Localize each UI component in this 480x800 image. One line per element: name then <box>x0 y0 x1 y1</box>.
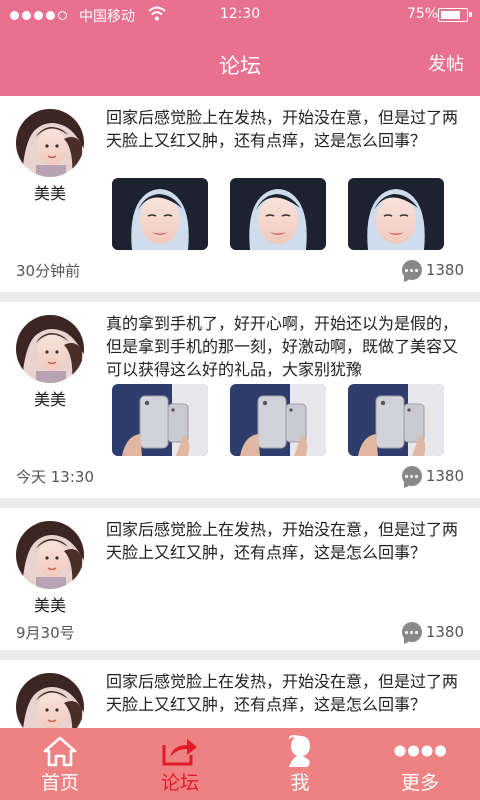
post-thumbnail-phone[interactable] <box>348 384 444 456</box>
post-thumbnail-portrait[interactable] <box>112 178 208 250</box>
post-thumbnails <box>112 178 444 250</box>
post-thumbnail-phone[interactable] <box>112 384 208 456</box>
tab-label: 首页 <box>40 772 79 794</box>
tab-label: 更多 <box>400 772 439 794</box>
comment-count[interactable]: 1380 <box>401 622 464 644</box>
tab-3[interactable]: 更多 <box>360 728 480 800</box>
avatar[interactable] <box>16 521 84 589</box>
post-time: 30分钟前 <box>16 262 81 280</box>
author-name: 美美 <box>33 390 66 409</box>
forum-post[interactable]: 美美 回家后感觉脸上在发热，开始没在意，但是过了两天脸上又红又肿，还有点痒，这是… <box>0 96 480 292</box>
avatar[interactable] <box>16 315 84 383</box>
comment-count-value: 1380 <box>425 261 464 279</box>
tab-label: 我 <box>290 772 310 794</box>
battery-percent: 75% <box>407 6 439 22</box>
battery-icon <box>438 8 472 22</box>
author-name: 美美 <box>33 184 66 203</box>
comment-count[interactable]: 1380 <box>401 466 464 488</box>
tab-0[interactable]: 首页 <box>0 728 120 800</box>
comment-count-value: 1380 <box>425 623 464 641</box>
new-post-button[interactable]: 发帖 <box>428 50 464 76</box>
tab-bar: 首页 论坛 我 更多 <box>0 728 480 800</box>
post-content: 回家后感觉脸上在发热，开始没在意，但是过了两天脸上又红又肿，还有点痒，这是怎么回… <box>106 108 459 150</box>
tab-1[interactable]: 论坛 <box>120 728 240 800</box>
author-name: 美美 <box>33 596 66 615</box>
home-icon <box>43 734 77 768</box>
avatar[interactable] <box>16 109 84 177</box>
avatar[interactable] <box>16 673 84 728</box>
post-content: 回家后感觉脸上在发热，开始没在意，但是过了两天脸上又红又肿，还有点痒，这是怎么回… <box>106 520 459 562</box>
page-title: 论坛 <box>219 54 261 78</box>
post-time: 今天 13:30 <box>16 468 94 486</box>
comment-bubble-icon <box>401 466 422 488</box>
comment-count-value: 1380 <box>425 467 464 485</box>
comment-bubble-icon <box>401 622 422 644</box>
user-silhouette-icon <box>283 734 317 768</box>
nav-bar: 论坛 发帖 <box>0 30 480 96</box>
tab-2[interactable]: 我 <box>240 728 360 800</box>
post-content: 真的拿到手机了，好开心啊，开始还以为是假的，但是拿到手机的那一刻，好激动啊，既做… <box>106 314 459 379</box>
forum-feed[interactable]: 美美 回家后感觉脸上在发热，开始没在意，但是过了两天脸上又红又肿，还有点痒，这是… <box>0 96 480 728</box>
tab-label: 论坛 <box>160 772 199 794</box>
post-thumbnail-portrait[interactable] <box>230 178 326 250</box>
status-bar: 中国移动 12:30 75% <box>0 0 480 30</box>
forum-post[interactable]: 美美 回家后感觉脸上在发热，开始没在意，但是过了两天脸上又红又肿，还有点痒，这是… <box>0 660 480 728</box>
forum-post[interactable]: 美美 真的拿到手机了，好开心啊，开始还以为是假的，但是拿到手机的那一刻，好激动啊… <box>0 302 480 498</box>
more-dots-icon <box>393 734 447 768</box>
post-thumbnails <box>112 384 444 456</box>
post-thumbnail-portrait[interactable] <box>348 178 444 250</box>
forum-share-icon <box>161 734 199 768</box>
forum-post[interactable]: 美美 回家后感觉脸上在发热，开始没在意，但是过了两天脸上又红又肿，还有点痒，这是… <box>0 508 480 650</box>
post-time: 9月30号 <box>16 624 75 642</box>
post-thumbnail-phone[interactable] <box>230 384 326 456</box>
post-content: 回家后感觉脸上在发热，开始没在意，但是过了两天脸上又红又肿，还有点痒，这是怎么回… <box>106 672 459 714</box>
comment-count[interactable]: 1380 <box>401 260 464 282</box>
comment-bubble-icon <box>401 260 422 282</box>
